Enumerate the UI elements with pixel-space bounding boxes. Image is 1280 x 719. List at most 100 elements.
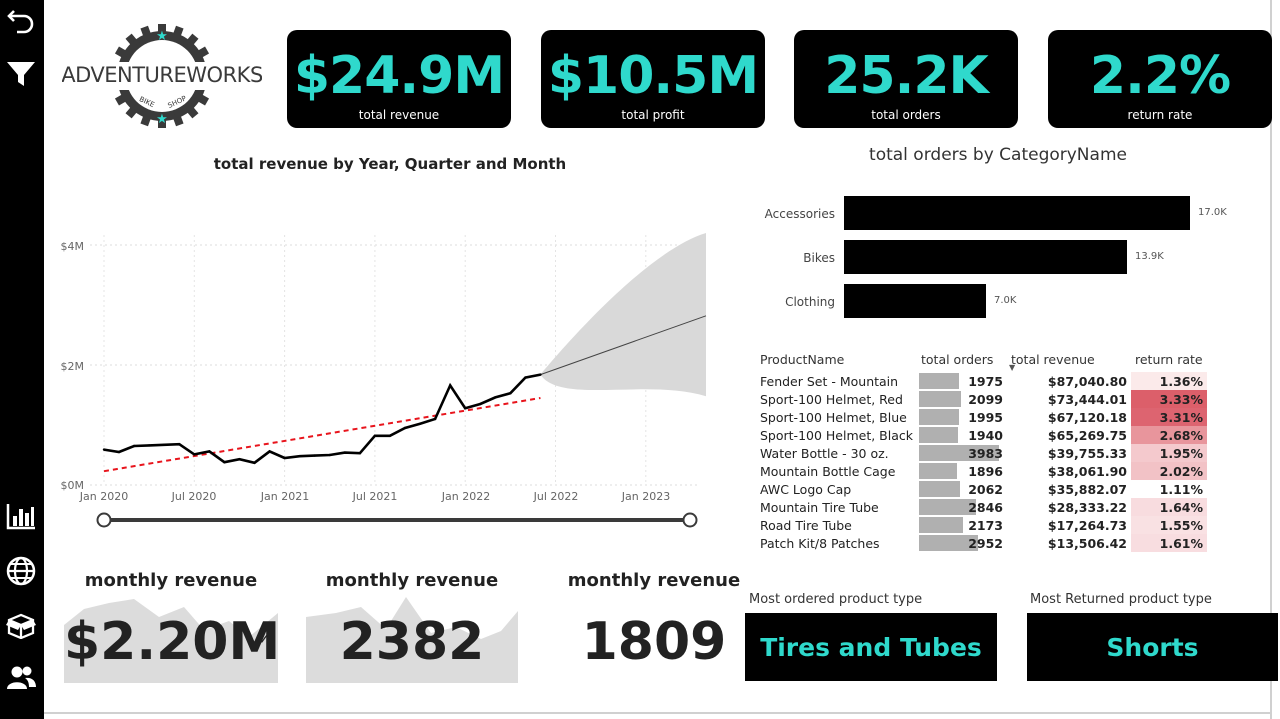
table-row[interactable]: Sport-100 Helmet, Black 1940 $65,269.75 2.6… (756, 426, 1207, 444)
data-point[interactable] (313, 454, 316, 457)
table-row[interactable]: Sport-100 Helmet, Red 2099 $73,444.01 3.33% (756, 390, 1207, 408)
monthly-orders-value[interactable]: 2382 (306, 612, 518, 672)
orders-data-bar (919, 373, 959, 389)
kpi-total-profit[interactable]: $10.5M total profit (541, 30, 765, 128)
data-point[interactable] (238, 458, 241, 461)
cell-product-name: Water Bottle - 30 oz. (760, 445, 889, 461)
filter-icon[interactable] (4, 57, 38, 91)
cell-orders-text: 1896 (968, 463, 1003, 479)
data-point[interactable] (208, 450, 211, 453)
data-point[interactable] (373, 434, 377, 437)
bar-value-label: 13.9K (1135, 251, 1164, 262)
box-icon[interactable] (4, 608, 38, 642)
data-point[interactable] (418, 422, 422, 425)
orders-data-bar (919, 427, 958, 443)
cell-product-name: AWC Logo Cap (760, 481, 852, 497)
cell-return-rate: 2.68% (1131, 426, 1207, 444)
data-point[interactable] (223, 461, 226, 464)
cell-product-name: Sport-100 Helmet, Black (760, 427, 913, 443)
kpi-label: return rate (1127, 108, 1193, 122)
forecast-band (540, 233, 706, 397)
bar-clothing[interactable] (844, 284, 986, 318)
checkmark-icon: ✓ (258, 630, 271, 648)
data-point[interactable] (403, 426, 407, 430)
monthly-revenue-value[interactable]: $2.20M (64, 612, 280, 672)
data-point[interactable] (358, 452, 362, 455)
category-label: Accessories (764, 207, 835, 221)
bar-bikes[interactable] (844, 240, 1127, 274)
data-point[interactable] (102, 448, 106, 451)
data-point[interactable] (178, 443, 181, 446)
table-row[interactable]: Patch Kit/8 Patches 2952 $13,506.42 1.61% (756, 534, 1207, 552)
cell-return-rate: 3.31% (1131, 408, 1207, 426)
column-header-total-revenue[interactable]: total revenue ▼ (1007, 346, 1131, 373)
data-point[interactable] (524, 376, 527, 379)
cell-product-name: Patch Kit/8 Patches (760, 535, 880, 551)
data-point[interactable] (253, 461, 256, 464)
data-point[interactable] (448, 384, 452, 387)
category-label: Bikes (803, 251, 835, 265)
monthly-returns-value[interactable]: 1809 (548, 612, 760, 672)
data-point[interactable] (163, 443, 166, 446)
cell-total-revenue: $87,040.80 (1047, 373, 1127, 389)
cell-return-rate: 1.95% (1131, 444, 1207, 462)
data-point[interactable] (268, 450, 271, 453)
data-point[interactable] (539, 373, 542, 376)
bar-chart-icon[interactable] (4, 499, 38, 533)
column-header-return-rate[interactable]: return rate (1131, 346, 1207, 372)
cell-total-orders: 2099 (917, 390, 1007, 408)
data-point[interactable] (509, 392, 512, 395)
kpi-total-revenue[interactable]: $24.9M total revenue (287, 30, 511, 128)
svg-text:★: ★ (156, 112, 168, 127)
kpi-value: $24.9M (293, 46, 505, 106)
kpi-total-orders[interactable]: 25.2K total orders (794, 30, 1018, 128)
bar-accessories[interactable] (844, 196, 1190, 230)
data-point[interactable] (147, 444, 151, 447)
data-point[interactable] (343, 451, 346, 454)
revenue-line-chart[interactable]: $4M $2M $0M Jan 2020 Jul 2020 Jan 2021 J… (50, 180, 720, 540)
kpi-value: $10.5M (547, 46, 759, 106)
data-point[interactable] (328, 453, 331, 457)
globe-icon[interactable] (4, 554, 38, 588)
data-point[interactable] (388, 434, 392, 437)
cell-total-revenue: $13,506.42 (1047, 535, 1127, 551)
most-ordered-card[interactable]: Tires and Tubes (745, 613, 997, 681)
cell-orders-text: 3983 (968, 445, 1003, 461)
x-tick-label: Jan 2021 (260, 490, 309, 503)
table-row[interactable]: Road Tire Tube 2173 $17,264.73 1.55% (756, 516, 1207, 534)
table-row[interactable]: AWC Logo Cap 2062 $35,882.07 1.11% (756, 480, 1207, 498)
data-point[interactable] (193, 453, 196, 456)
table-row[interactable]: Fender Set - Mountain 1975 $87,040.80 1.36% (756, 372, 1207, 390)
cell-product-name: Fender Set - Mountain (760, 373, 899, 389)
data-point[interactable] (298, 455, 301, 458)
data-point[interactable] (117, 450, 121, 454)
cell-total-orders: 1896 (917, 462, 1007, 480)
cell-total-orders: 2173 (917, 516, 1007, 534)
most-returned-card[interactable]: Shorts (1027, 613, 1278, 681)
orders-chart-title: total orders by CategoryName (869, 145, 1127, 165)
kpi-return-rate[interactable]: 2.2% return rate (1048, 30, 1272, 128)
range-slider-end-handle[interactable] (682, 512, 698, 528)
x-tick-label: Jul 2022 (533, 490, 579, 503)
table-row[interactable]: Water Bottle - 30 oz. 3983 $39,755.33 1.95% (756, 444, 1207, 462)
table-row[interactable]: Mountain Bottle Cage 1896 $38,061.90 2.02% (756, 462, 1207, 480)
cell-total-orders: 1995 (917, 408, 1007, 426)
data-point[interactable] (283, 456, 286, 460)
data-point[interactable] (132, 444, 136, 448)
cell-return-rate: 2.02% (1131, 462, 1207, 480)
cell-return-rate: 1.36% (1131, 372, 1207, 390)
column-header-total-orders[interactable]: total orders (917, 346, 1007, 372)
data-point[interactable] (494, 396, 497, 399)
table-row[interactable]: Sport-100 Helmet, Blue 1995 $67,120.18 3.31… (756, 408, 1207, 426)
table-row[interactable]: Mountain Tire Tube 2846 $28,333.22 1.64% (756, 498, 1207, 516)
users-icon[interactable] (4, 661, 38, 695)
back-arrow-icon[interactable] (4, 3, 38, 37)
range-slider-start-handle[interactable] (96, 512, 112, 528)
y-tick-label: $2M (61, 360, 85, 373)
data-point[interactable] (479, 402, 482, 406)
kpi-value: 2.2% (1089, 46, 1231, 106)
data-point[interactable] (433, 417, 437, 421)
column-header-productname[interactable]: ProductName (756, 346, 917, 372)
data-point[interactable] (464, 407, 467, 410)
trend-line (103, 397, 541, 473)
